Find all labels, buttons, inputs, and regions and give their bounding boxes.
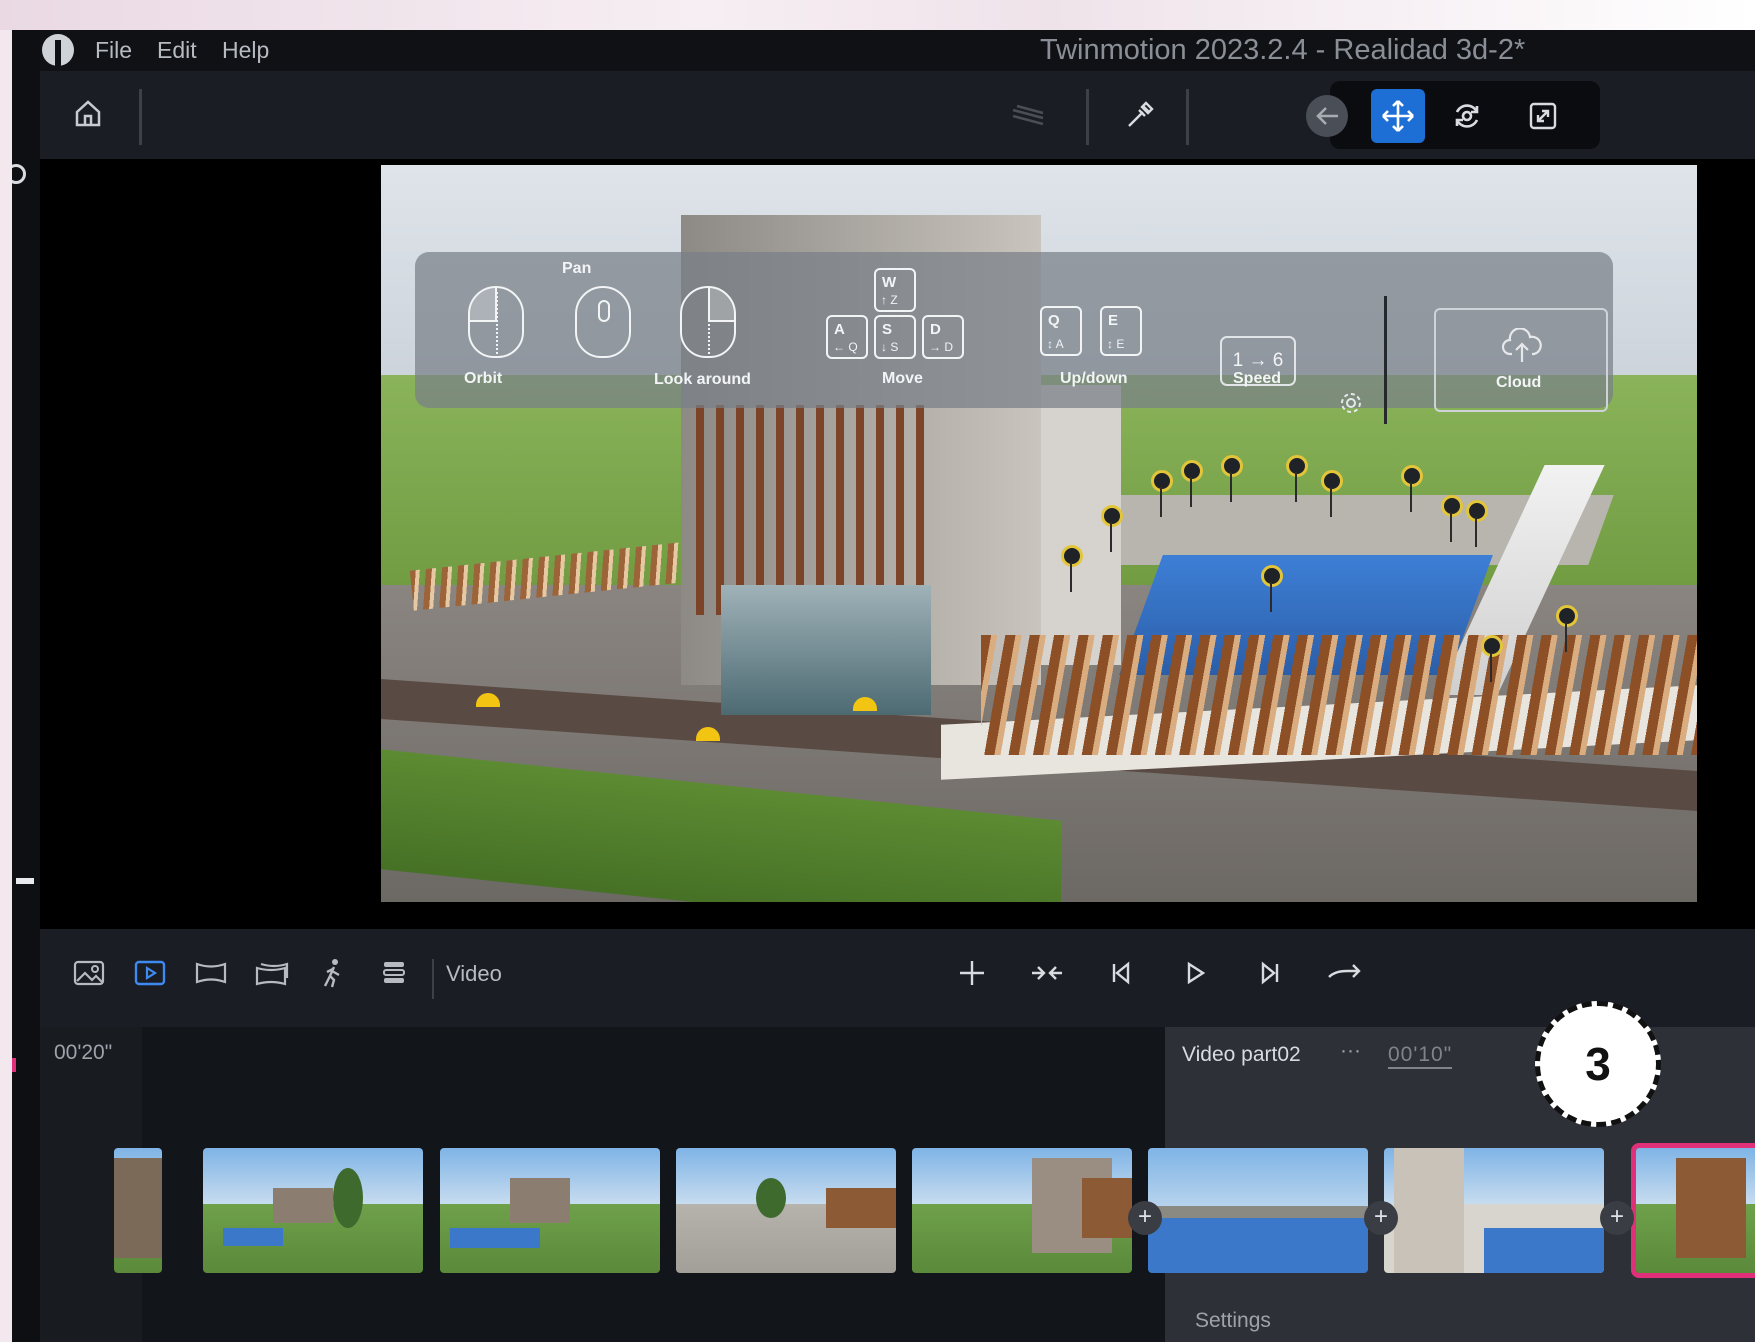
toolbar-divider [1086,89,1089,145]
background-strip-top [0,0,1755,30]
move-icon[interactable] [1371,89,1425,143]
step-number-badge: 3 [1535,1001,1661,1127]
pan-label: Pan [562,260,592,277]
cloud-label: Cloud [1496,374,1542,391]
skip-end-icon[interactable] [1250,953,1290,993]
key-a: A ← Q [826,315,868,359]
camera-marker[interactable] [1101,505,1123,552]
keyframe-thumbnail[interactable] [912,1148,1132,1273]
keyframe-thumbnail[interactable] [1148,1148,1368,1273]
home-icon[interactable] [70,93,106,133]
orbit-icon[interactable] [1444,93,1490,139]
toolbar-divider [1186,89,1189,145]
loop-icon[interactable] [1324,953,1364,993]
window-title: Twinmotion 2023.2.4 - Realidad 3d-2* [1040,34,1526,66]
merge-icon[interactable] [1027,953,1067,993]
cloud-button[interactable]: Cloud [1434,308,1608,412]
skip-start-icon[interactable] [1101,953,1141,993]
look-around-mouse-icon [680,286,736,358]
menu-help[interactable]: Help [222,30,269,71]
twinmotion-logo-icon [42,34,74,66]
settings-label[interactable]: Settings [1195,1309,1271,1333]
keyframe-thumbnail[interactable] [1384,1148,1604,1273]
updown-label: Up/down [1060,370,1128,387]
menu-file[interactable]: File [95,30,132,71]
top-toolbar [40,71,1755,159]
key-q: Q ↕ A [1040,306,1082,356]
keyframe-thumbnail[interactable] [676,1148,896,1273]
camera-marker[interactable] [1221,455,1243,502]
add-keyframe-icon[interactable]: + [1600,1201,1634,1235]
orbit-mouse-icon [468,286,524,358]
camera-marker[interactable] [1556,605,1578,652]
camera-marker[interactable] [1151,470,1173,517]
left-edge-panel [12,30,40,1342]
twinmotion-window: File Edit Help Twinmotion 2023.2.4 - Rea… [12,30,1755,1342]
panorama-set-icon[interactable] [252,953,292,993]
look-around-label: Look around [654,371,751,388]
navigation-mode-group [1306,81,1600,149]
camera-marker[interactable] [1286,455,1308,502]
toolbar-divider [139,89,142,145]
camera-marker[interactable] [1181,460,1203,507]
panorama-icon[interactable] [191,953,231,993]
divider-mark [16,878,34,884]
timeline-time: 00'20" [54,1041,113,1064]
add-keyframe-icon[interactable]: + [1364,1201,1398,1235]
add-keyframe-icon[interactable]: + [1128,1201,1162,1235]
play-icon[interactable] [1176,953,1216,993]
layers-icon[interactable] [1008,95,1048,135]
key-e: E ↕ E [1100,306,1142,356]
media-type-label: Video [446,961,502,986]
keyframe-thumbnail-selected[interactable] [1631,1143,1755,1278]
scene-wood-slats [696,405,936,615]
more-options-icon[interactable]: ··· [1340,1039,1361,1063]
camera-marker[interactable] [1261,565,1283,612]
expand-icon[interactable] [1520,93,1566,139]
move-label: Move [882,370,923,387]
video-part-title[interactable]: Video part02 [1182,1043,1301,1067]
video-part-duration[interactable]: 00'10" [1388,1043,1453,1069]
camera-marker[interactable] [1321,470,1343,517]
camera-marker[interactable] [1061,545,1083,592]
add-icon[interactable] [952,953,992,993]
keyframe-thumbnail[interactable] [114,1148,162,1273]
stack-icon[interactable] [374,953,414,993]
scene-glass-facade [721,585,931,715]
camera-marker[interactable] [1481,635,1503,682]
camera-marker[interactable] [1466,500,1488,547]
keyframe-thumbnail[interactable] [203,1148,423,1273]
image-icon[interactable] [69,953,109,993]
walk-icon[interactable] [313,953,353,993]
scene-fence-front [981,635,1697,755]
video-icon[interactable] [130,953,170,993]
menu-edit[interactable]: Edit [157,30,197,71]
hud-settings-gear-icon[interactable] [1336,388,1366,418]
orbit-label: Orbit [464,370,503,387]
toolbar-divider [432,959,434,999]
key-w: W ↑ Z [874,268,916,312]
pan-mouse-icon [575,286,631,358]
key-s: S ↓ S [874,315,916,359]
eyedropper-icon[interactable] [1120,95,1160,135]
hud-divider [1384,296,1387,424]
background-strip-left [0,30,12,1342]
camera-marker[interactable] [1441,495,1463,542]
media-toolbar: Video [40,929,1755,1027]
speed-label: Speed [1233,370,1282,387]
menu-bar: File Edit Help Twinmotion 2023.2.4 - Rea… [40,30,1755,71]
selection-indicator [12,1058,16,1072]
keyframe-thumbnail[interactable] [440,1148,660,1273]
eye-icon[interactable] [12,164,26,184]
key-d: D → D [922,315,964,359]
back-arrow-icon[interactable] [1306,95,1348,137]
camera-marker[interactable] [1401,465,1423,512]
